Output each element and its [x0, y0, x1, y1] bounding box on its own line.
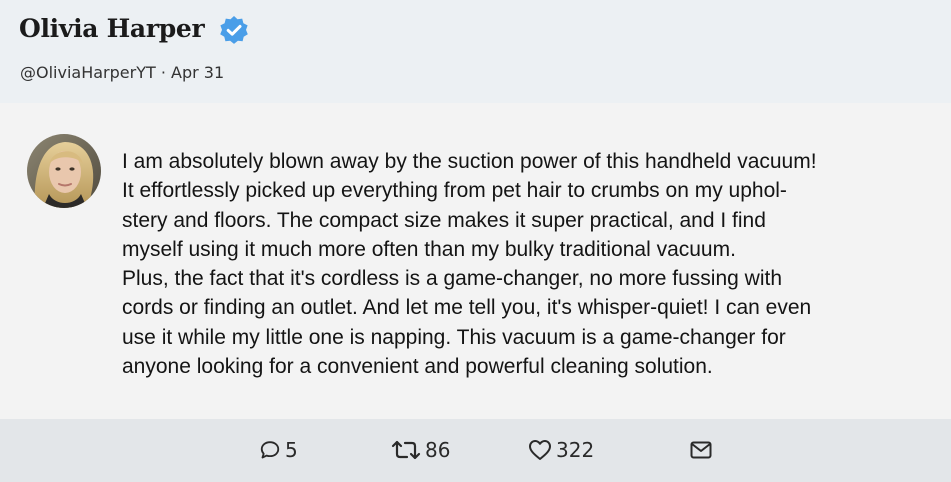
tweet-text: I am absolutely blown away by the suctio… [122, 150, 817, 379]
avatar[interactable] [27, 134, 101, 208]
retweet-icon [391, 440, 421, 460]
meta-separator: · [160, 63, 166, 82]
reply-count: 5 [285, 438, 298, 462]
avatar-image [27, 134, 101, 208]
reply-button[interactable]: 5 [259, 437, 298, 463]
share-button[interactable] [689, 437, 713, 463]
tweet-actions-bar [0, 419, 951, 482]
verified-badge-icon [220, 16, 248, 44]
mail-icon [690, 441, 712, 459]
author-name[interactable]: Olivia Harper [19, 14, 205, 43]
retweet-button[interactable]: 86 [391, 437, 450, 463]
like-button[interactable]: 322 [528, 437, 594, 463]
like-count: 322 [556, 438, 595, 462]
tweet-date[interactable]: Apr 31 [171, 63, 224, 82]
retweet-count: 86 [425, 438, 451, 462]
author-name-row: Olivia Harper [19, 14, 205, 43]
author-handle[interactable]: @OliviaHarperYT [20, 63, 156, 82]
comment-icon [260, 441, 280, 459]
heart-icon [529, 440, 551, 460]
author-meta: @OliviaHarperYT · Apr 31 [20, 63, 224, 82]
